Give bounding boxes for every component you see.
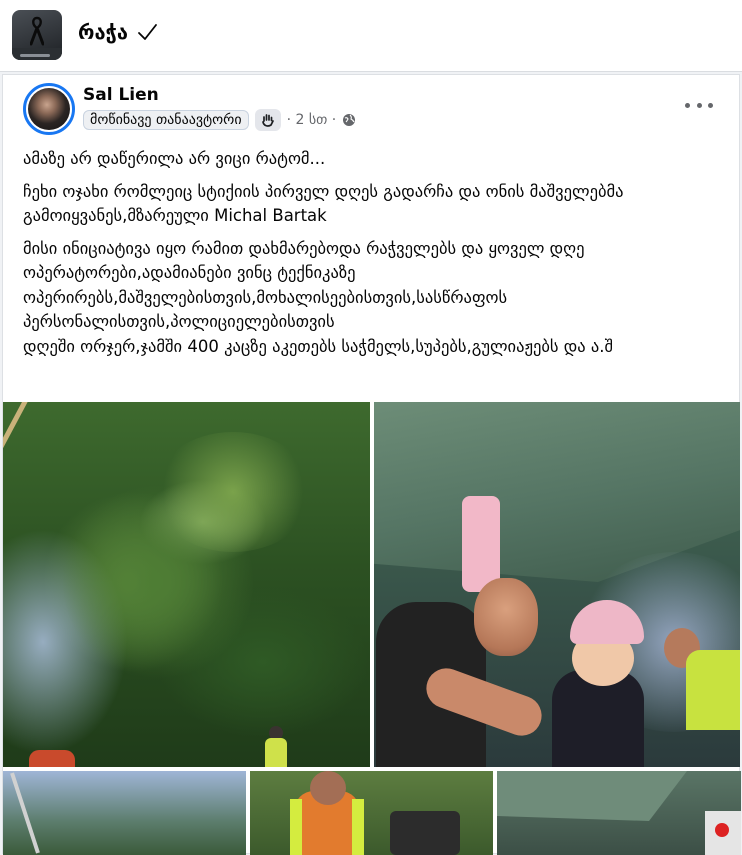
avatar-caption-strip [12,48,62,60]
post-paragraph: მისი ინიციატივა იყო რამით დახმარებოდა რა… [23,238,614,356]
post-paragraph: ამაზე არ დაწერილა არ ვიცი რატომ... [23,149,326,168]
post-paragraph: ჩეხი ოჯახი რომლეიც სტიქიის პირველ დღეს გ… [23,181,624,226]
waving-hand-icon[interactable] [254,109,281,131]
globe-icon [343,114,356,126]
mourning-ribbon-icon [30,16,44,46]
photo-thumbnail[interactable] [3,771,246,855]
post-meta: მოწინავე თანაავტორი · 2 სთ · [83,109,356,131]
more-options-icon [685,102,690,108]
post-text: ამაზე არ დაწერილა არ ვიცი რატომ... ჩეხი … [23,147,723,367]
author-avatar[interactable] [23,83,75,135]
group-title[interactable]: რაჭა [78,20,158,44]
post-time[interactable]: · 2 სთ · [287,112,337,128]
check-icon [138,24,157,40]
post-card: Sal Lien მოწინავე თანაავტორი · 2 სთ · ამ… [2,74,741,855]
group-avatar[interactable] [12,10,62,60]
photo-thumbnail[interactable] [497,771,741,855]
group-name[interactable]: რაჭა [78,20,128,44]
author-name[interactable]: Sal Lien [83,85,159,105]
more-options-button[interactable] [685,97,713,113]
contributor-badge[interactable]: მოწინავე თანაავტორი [83,110,249,130]
photo-forest-smoke[interactable] [3,402,370,767]
photo-thumbnail[interactable] [250,771,493,855]
photo-cook-with-child[interactable] [374,402,740,767]
group-header: რაჭა [0,0,742,72]
